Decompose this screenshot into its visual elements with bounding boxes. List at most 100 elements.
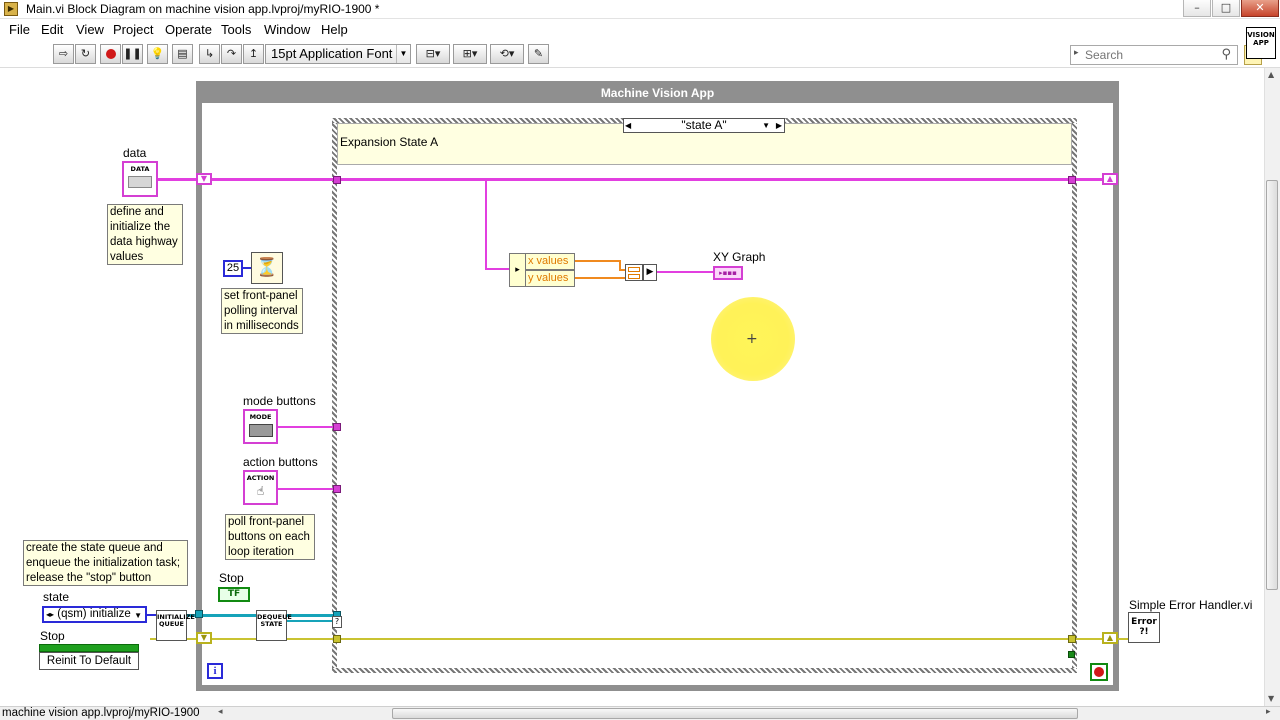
horizontal-scroll-thumb[interactable] <box>392 708 1078 719</box>
error-shift-register-left-icon[interactable]: ▼ <box>196 632 212 644</box>
menu-view[interactable]: View <box>76 22 104 37</box>
queue-loop-tunnel[interactable] <box>195 610 203 618</box>
menu-help[interactable]: Help <box>321 22 348 37</box>
project-path[interactable]: machine vision app.lvproj/myRIO-1900 <box>2 707 200 720</box>
case-next-icon[interactable]: ▶ <box>776 119 782 132</box>
buttons-comment[interactable]: poll front-panel buttons on each loop it… <box>225 514 315 560</box>
menu-window[interactable]: Window <box>264 22 310 37</box>
data-highway-wire[interactable] <box>158 178 1113 181</box>
unbundle-x-values[interactable]: x values <box>525 253 575 270</box>
chevron-down-icon: ▼ <box>134 611 142 620</box>
shift-register-left-icon[interactable]: ▼ <box>196 173 212 185</box>
polling-interval-constant[interactable]: 25 <box>223 260 243 277</box>
block-diagram-canvas[interactable]: Machine Vision App Expansion State A ◀ "… <box>0 68 1264 706</box>
data-cluster-constant[interactable]: DATA <box>122 161 158 197</box>
bundle-element-icon <box>628 267 640 272</box>
step-into-icon[interactable]: ↳ <box>199 44 220 64</box>
font-selector[interactable]: 15pt Application Font ▼ <box>265 44 411 64</box>
step-over-icon[interactable]: ↷ <box>221 44 242 64</box>
bundle-node[interactable] <box>625 264 643 281</box>
condition-case-tunnel[interactable] <box>1068 651 1075 658</box>
polling-comment[interactable]: set front-panel polling interval in mill… <box>221 288 303 334</box>
vi-icon[interactable]: VISION APP <box>1246 27 1276 59</box>
align-objects-icon[interactable]: ⊟▾ <box>416 44 450 64</box>
menu-tools[interactable]: Tools <box>221 22 251 37</box>
state-constant-wire[interactable] <box>147 614 156 616</box>
build-xy-arrow-icon[interactable]: ▶ <box>643 264 657 281</box>
initialize-queue-node[interactable]: INITIALIZE QUEUE <box>156 610 195 641</box>
run-continuously-button[interactable]: ↻ <box>75 44 96 64</box>
distribute-objects-icon[interactable]: ⊞▾ <box>453 44 487 64</box>
chevron-down-icon[interactable]: ▼ <box>762 119 770 132</box>
vi-icon-line1: VISION <box>1247 31 1275 39</box>
abort-button[interactable] <box>100 44 121 64</box>
action-buttons-label: action buttons <box>243 455 318 469</box>
retain-wire-values-icon[interactable]: ▤ <box>172 44 193 64</box>
reorder-icon[interactable]: ⟲▾ <box>490 44 524 64</box>
unbundle-y-values[interactable]: y values <box>525 270 575 287</box>
stop-local-variable[interactable]: TF <box>218 587 250 602</box>
reinit-to-default-property[interactable]: Reinit To Default <box>39 652 139 670</box>
toolbar: ⇨ ↻ ❚❚ 💡 ▤ ↳ ↷ ↥ 15pt Application Font ▼… <box>0 41 1280 68</box>
scroll-down-icon[interactable]: ▼ <box>1268 694 1274 703</box>
menu-project[interactable]: Project <box>113 22 153 37</box>
dequeue-state-node[interactable]: DEQUEUE STATE <box>256 610 292 641</box>
iteration-terminal-icon[interactable]: i <box>207 663 223 679</box>
wait-metronome-icon[interactable]: ⏳ <box>251 252 283 284</box>
error-shift-register-right-icon[interactable]: ▲ <box>1102 632 1118 644</box>
data-case-tunnel[interactable] <box>333 176 341 184</box>
labview-app-icon[interactable]: ▶ <box>4 2 18 16</box>
error-handler-label: Simple Error Handler.vi <box>1129 598 1253 612</box>
case-prev-icon[interactable]: ◀ <box>625 119 631 132</box>
case-selector-terminal-icon[interactable]: ? <box>332 616 342 628</box>
stop-property-node-icon[interactable] <box>39 644 139 652</box>
action-buttons-terminal[interactable]: ACTION ☝ <box>243 470 278 505</box>
maximize-button[interactable]: □ <box>1212 0 1240 17</box>
simple-error-handler-node[interactable]: Error ?! <box>1128 612 1160 643</box>
search-box[interactable]: ▸ ⚲ <box>1070 45 1238 65</box>
run-button[interactable]: ⇨ <box>53 44 74 64</box>
xy-graph-terminal[interactable]: ▸▪▪▪ <box>713 266 743 280</box>
menu-operate[interactable]: Operate <box>165 22 212 37</box>
error-case-tunnel[interactable] <box>333 635 341 643</box>
error-wire[interactable] <box>150 638 1113 640</box>
state-queue-comment[interactable]: create the state queue and enqueue the i… <box>23 540 188 586</box>
xy-graph-wire[interactable] <box>657 271 713 273</box>
error-case-tunnel[interactable] <box>1068 635 1076 643</box>
polling-wire[interactable] <box>243 267 251 269</box>
stop-label-top: Stop <box>219 571 244 585</box>
vi-icon-line2: APP <box>1253 39 1269 47</box>
clean-up-diagram-icon[interactable]: ✎ <box>528 44 549 64</box>
data-branch-wire[interactable] <box>485 178 487 270</box>
scroll-up-icon[interactable]: ▲ <box>1268 70 1274 79</box>
data-comment[interactable]: define and initialize the data highway v… <box>107 204 183 265</box>
search-scope-icon: ▸ <box>1074 48 1079 58</box>
mode-case-tunnel[interactable] <box>333 423 341 431</box>
mode-buttons-terminal[interactable]: MODE <box>243 409 278 444</box>
menu-file[interactable]: File <box>9 22 30 37</box>
shift-register-right-icon[interactable]: ▲ <box>1102 173 1118 185</box>
case-selector[interactable]: ◀ "state A" ▼ ▶ <box>623 118 785 133</box>
search-input[interactable] <box>1085 47 1215 63</box>
mode-buttons-wire[interactable] <box>278 426 336 428</box>
data-case-tunnel[interactable] <box>1068 176 1076 184</box>
search-icon[interactable]: ⚲ <box>1221 47 1231 62</box>
loop-condition-terminal[interactable] <box>1090 663 1108 681</box>
menu-edit[interactable]: Edit <box>41 22 63 37</box>
minimize-button[interactable]: – <box>1183 0 1211 17</box>
state-wire[interactable] <box>287 620 336 622</box>
pause-button[interactable]: ❚❚ <box>122 44 143 64</box>
vertical-scroll-thumb[interactable] <box>1266 180 1278 590</box>
action-buttons-wire[interactable] <box>278 488 336 490</box>
x-values-wire[interactable] <box>575 260 620 262</box>
close-button[interactable]: ✕ <box>1241 0 1279 17</box>
step-out-icon[interactable]: ↥ <box>243 44 264 64</box>
state-enum-constant[interactable]: ◂▸ (qsm) initialize ▼ <box>42 606 147 623</box>
scroll-right-icon[interactable]: ▸ <box>1266 707 1271 717</box>
action-case-tunnel[interactable] <box>333 485 341 493</box>
scroll-left-icon[interactable]: ◂ <box>218 707 223 717</box>
data-branch-wire[interactable] <box>485 268 510 270</box>
y-values-wire[interactable] <box>575 277 626 279</box>
highlight-execution-icon[interactable]: 💡 <box>147 44 168 64</box>
unbundle-arrow-icon[interactable]: ▸ <box>509 253 526 287</box>
